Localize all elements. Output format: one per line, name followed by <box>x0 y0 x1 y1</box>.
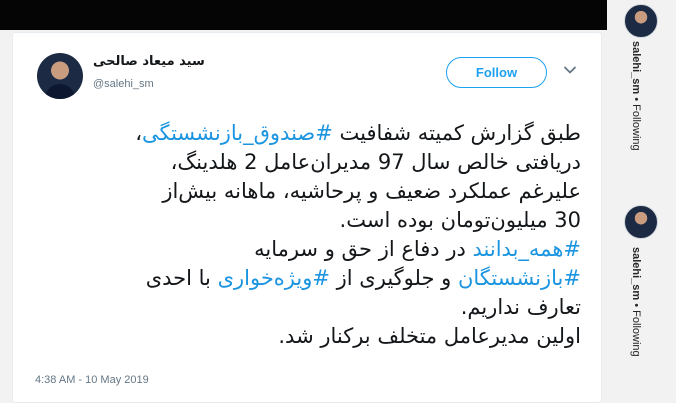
side-username[interactable]: salehi_sm <box>630 41 642 94</box>
tweet-text-segment: 30 میلیون‌تومان بوده است. <box>339 208 581 232</box>
top-dark-strip <box>0 0 607 30</box>
tweet-line: اولین مدیرعامل متخلف برکنار شد. <box>33 322 581 351</box>
hashtag-link[interactable]: #همه_بدانند <box>473 237 581 261</box>
hashtag-link[interactable]: #ویژه‌خواری <box>218 266 330 290</box>
tweet-text-segment: تعارف نداریم. <box>460 295 581 319</box>
tweet-line: 30 میلیون‌تومان بوده است. <box>33 206 581 235</box>
follow-button[interactable]: Follow <box>446 57 547 88</box>
chevron-down-icon[interactable] <box>563 63 577 77</box>
side-separator: • <box>630 300 642 311</box>
author-handle[interactable]: @salehi_sm <box>93 78 154 90</box>
side-separator: • <box>630 94 642 105</box>
tweet-text-segment: اولین مدیرعامل متخلف برکنار شد. <box>278 324 581 348</box>
author-avatar[interactable] <box>37 53 83 99</box>
side-username[interactable]: salehi_sm <box>630 247 642 300</box>
tweet-text-segment: دریافتی خالص سال 97 مدیران‌عامل 2 هلدینگ… <box>170 150 581 174</box>
tweet-text-segment: با احدی <box>145 266 218 290</box>
tweet-line: طبق گزارش کمیته شفافیت #صندوق_بازنشستگی، <box>33 119 581 148</box>
tweet-text-segment: ، <box>135 121 142 145</box>
tweet-timestamp[interactable]: 4:38 AM - 10 May 2019 <box>35 374 149 386</box>
tweet-line: #بازنشستگان و جلوگیری از #ویژه‌خواری با … <box>33 264 581 293</box>
tweet-line: دریافتی خالص سال 97 مدیران‌عامل 2 هلدینگ… <box>33 148 581 177</box>
author-name[interactable]: سید میعاد صالحی <box>93 54 205 69</box>
tweet-line: تعارف نداریم. <box>33 293 581 322</box>
hashtag-link[interactable]: #صندوق_بازنشستگی <box>142 121 333 145</box>
tweet-line: #همه_بدانند در دفاع از حق و سرمایه <box>33 235 581 264</box>
tweet-card: سید میعاد صالحی @salehi_sm Follow طبق گز… <box>12 32 602 403</box>
side-avatar[interactable] <box>624 205 658 239</box>
tweet-text-segment: در دفاع از حق و سرمایه <box>254 237 473 261</box>
tweet-line: علیرغم عملکرد ضعیف و پرحاشیه، ماهانه بیش… <box>33 177 581 206</box>
tweet-text-segment: طبق گزارش کمیته شفافیت <box>332 121 581 145</box>
side-follow-label: salehi_sm • Following <box>630 247 642 357</box>
side-follow-label: salehi_sm • Following <box>630 41 642 151</box>
side-following-status[interactable]: Following <box>630 310 642 356</box>
side-following-status[interactable]: Following <box>630 104 642 150</box>
side-avatar[interactable] <box>624 4 658 38</box>
tweet-text-segment: و جلوگیری از <box>329 266 458 290</box>
hashtag-link[interactable]: #بازنشستگان <box>458 266 581 290</box>
tweet-text-segment: علیرغم عملکرد ضعیف و پرحاشیه، ماهانه بیش… <box>162 179 581 203</box>
tweet-text: طبق گزارش کمیته شفافیت #صندوق_بازنشستگی،… <box>33 119 581 351</box>
